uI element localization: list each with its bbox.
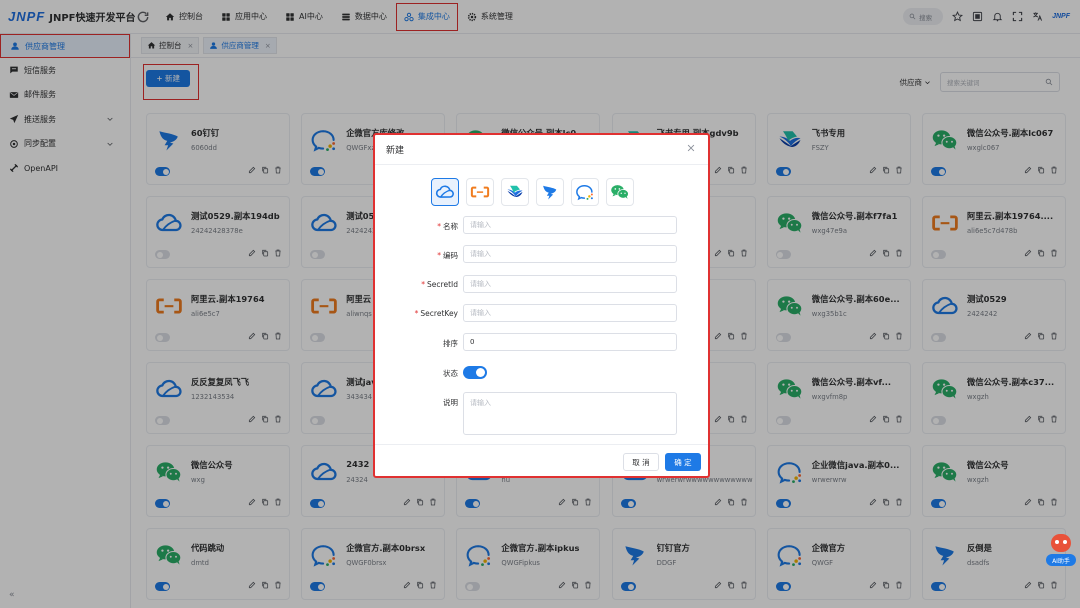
status-toggle[interactable] — [463, 366, 487, 379]
new-supplier-dialog: 新建 * 名称 请输入 * 编码 请输入 * SecretId 请输入 * Secret… — [373, 133, 710, 478]
form-row-name: * 名称 请输入 — [375, 216, 708, 234]
code-label: * 编码 — [437, 251, 458, 260]
secret-id-input[interactable]: 请输入 — [463, 275, 677, 293]
ai-assistant-button[interactable]: AI助手 — [1046, 534, 1076, 574]
cloud-icon — [435, 183, 455, 201]
sort-label: 排序 — [375, 333, 463, 351]
wecom-icon — [575, 183, 595, 201]
sort-value: 0 — [470, 338, 475, 346]
secret-key-placeholder: 请输入 — [470, 309, 491, 317]
form-row-secret-id: * SecretId 请输入 — [375, 275, 708, 293]
type-option-cloud[interactable] — [431, 178, 459, 206]
feishu-icon — [505, 183, 525, 201]
type-option-feishu[interactable] — [501, 178, 529, 206]
secret-id-placeholder: 请输入 — [470, 280, 491, 288]
status-label: 状态 — [375, 363, 463, 379]
code-placeholder: 请输入 — [470, 250, 491, 258]
dingtalk-icon — [540, 183, 560, 201]
dialog-footer: 取 消 确 定 — [375, 444, 708, 476]
confirm-button[interactable]: 确 定 — [665, 453, 701, 471]
supplier-type-selector — [431, 178, 634, 206]
code-label-text: 编码 — [443, 251, 458, 260]
aliyun-icon — [470, 183, 490, 201]
form-row-code: * 编码 请输入 — [375, 245, 708, 263]
confirm-label: 确 定 — [674, 457, 692, 467]
form-row-status: 状态 — [375, 363, 708, 379]
status-label-text: 状态 — [443, 369, 458, 378]
name-input[interactable]: 请输入 — [463, 216, 677, 234]
dialog-header: 新建 — [375, 135, 708, 165]
form-row-secret-key: * SecretKey 请输入 — [375, 304, 708, 322]
cancel-label: 取 消 — [632, 457, 650, 467]
secret-key-label-text: SecretKey — [420, 309, 458, 318]
type-option-wecom[interactable] — [571, 178, 599, 206]
sort-input[interactable]: 0 — [463, 333, 677, 351]
secret-key-label: * SecretKey — [414, 309, 458, 318]
type-option-aliyun[interactable] — [466, 178, 494, 206]
code-input[interactable]: 请输入 — [463, 245, 677, 263]
cancel-button[interactable]: 取 消 — [623, 453, 659, 471]
description-label: 说明 — [375, 392, 463, 435]
dialog-title: 新建 — [386, 146, 405, 156]
name-placeholder: 请输入 — [470, 221, 491, 229]
close-icon[interactable] — [686, 143, 696, 153]
robot-icon — [1051, 534, 1071, 552]
type-option-dingtalk[interactable] — [536, 178, 564, 206]
secret-key-input[interactable]: 请输入 — [463, 304, 677, 322]
form-row-sort: 排序 0 — [375, 333, 708, 351]
sort-label-text: 排序 — [443, 339, 458, 348]
description-placeholder: 请输入 — [470, 399, 491, 407]
description-textarea[interactable]: 请输入 — [463, 392, 677, 435]
type-option-wechat[interactable] — [606, 178, 634, 206]
name-label-text: 名称 — [443, 222, 458, 231]
ai-assistant-label: AI助手 — [1046, 554, 1076, 566]
secret-id-label: * SecretId — [421, 280, 458, 289]
name-label: * 名称 — [437, 222, 458, 231]
description-label-text: 说明 — [443, 398, 458, 407]
form-row-description: 说明 请输入 — [375, 392, 708, 435]
secret-id-label-text: SecretId — [427, 280, 458, 289]
wechat-icon — [610, 183, 630, 201]
